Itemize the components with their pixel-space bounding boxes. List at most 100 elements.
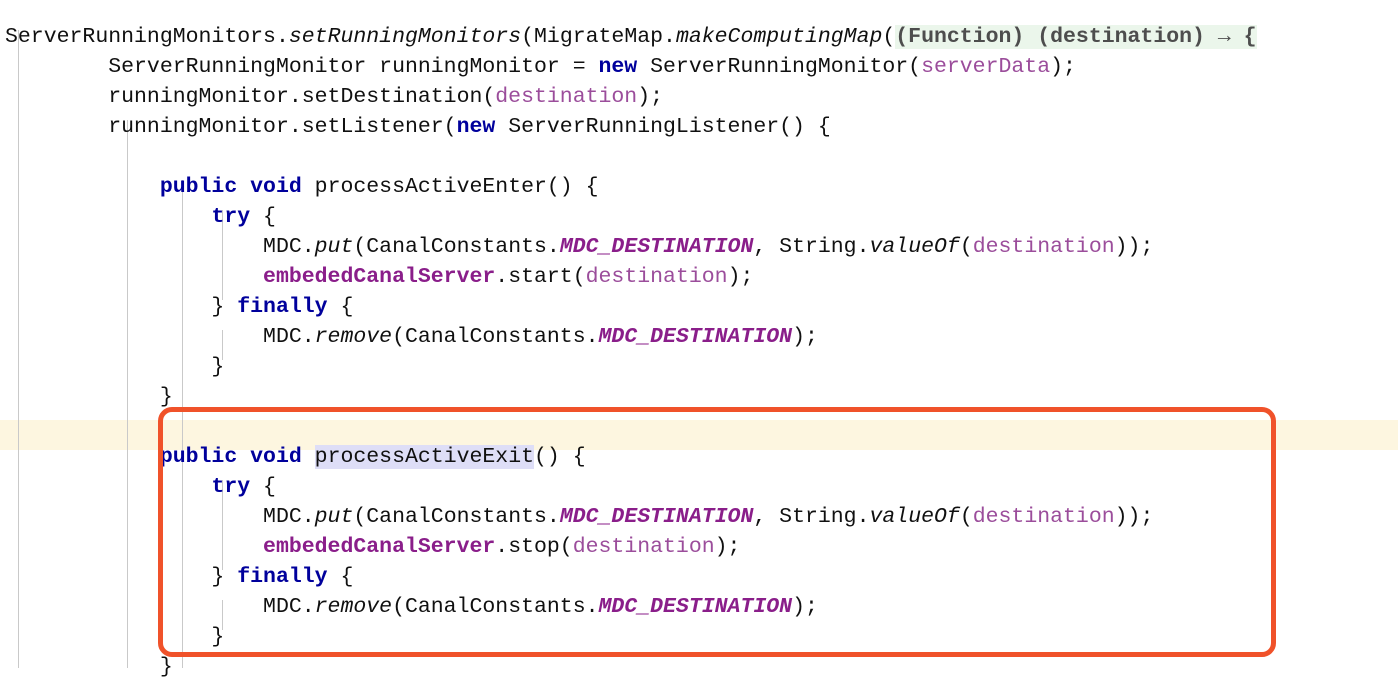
- code-line[interactable]: ServerRunningMonitors.setRunningMonitors…: [0, 22, 1257, 52]
- code-token: valueOf: [869, 504, 960, 529]
- code-token: );: [792, 594, 818, 619]
- code-token: finally: [237, 564, 328, 589]
- code-token: put: [314, 504, 354, 529]
- code-token: destination: [585, 264, 728, 289]
- code-token: processActiveExit: [314, 444, 535, 469]
- code-line[interactable]: runningMonitor.setListener(new ServerRun…: [0, 112, 1257, 142]
- code-line[interactable]: }: [0, 652, 1257, 682]
- code-line[interactable]: MDC.remove(CanalConstants.MDC_DESTINATIO…: [0, 322, 1257, 352]
- code-line[interactable]: }: [0, 622, 1257, 652]
- code-line[interactable]: MDC.put(CanalConstants.MDC_DESTINATION, …: [0, 502, 1257, 532]
- code-token: }: [5, 384, 173, 409]
- code-line[interactable]: try {: [0, 202, 1257, 232]
- code-token: ServerRunningListener() {: [495, 114, 831, 139]
- code-token: MDC.: [5, 594, 315, 619]
- code-token: public void: [159, 444, 302, 469]
- code-token: ServerRunningMonitor runningMonitor =: [5, 54, 599, 79]
- code-line[interactable]: }: [0, 352, 1257, 382]
- code-token: MDC_DESTINATION: [559, 504, 754, 529]
- code-token: (: [959, 504, 973, 529]
- code-token: (: [882, 24, 896, 49]
- code-token: {: [250, 474, 276, 499]
- code-token: MDC.: [5, 324, 315, 349]
- code-line[interactable]: runningMonitor.setDestination(destinatio…: [0, 82, 1257, 112]
- code-token: public void: [159, 174, 302, 199]
- code-token: MDC_DESTINATION: [598, 594, 793, 619]
- code-text[interactable]: ServerRunningMonitors.setRunningMonitors…: [0, 22, 1257, 682]
- code-token: (: [959, 234, 973, 259]
- code-token: );: [727, 264, 754, 289]
- code-token: ));: [1114, 234, 1154, 259]
- code-line[interactable]: ​: [0, 412, 1257, 442]
- code-token: makeComputingMap: [675, 24, 883, 49]
- code-token: finally: [237, 294, 328, 319]
- code-token: (CanalConstants.: [353, 504, 560, 529]
- code-token: MDC.: [5, 234, 315, 259]
- code-line[interactable]: MDC.remove(CanalConstants.MDC_DESTINATIO…: [0, 592, 1257, 622]
- code-line[interactable]: embededCanalServer.start(destination);: [0, 262, 1257, 292]
- code-token: ));: [1114, 504, 1154, 529]
- code-line[interactable]: ServerRunningMonitor runningMonitor = ne…: [0, 52, 1257, 82]
- code-token: setRunningMonitors: [288, 24, 522, 49]
- code-token: ServerRunningMonitors.: [5, 24, 289, 49]
- code-token: (CanalConstants.: [392, 324, 599, 349]
- code-token: destination: [572, 534, 715, 559]
- code-token: }: [5, 564, 238, 589]
- code-token: new: [456, 114, 496, 139]
- code-token: () {: [534, 444, 586, 469]
- code-line[interactable]: public void processActiveExit() {: [0, 442, 1257, 472]
- code-token: }: [5, 294, 238, 319]
- code-editor-surface[interactable]: ServerRunningMonitors.setRunningMonitors…: [0, 0, 1398, 679]
- code-token: processActiveEnter() {: [301, 174, 599, 199]
- code-token: embededCanalServer: [263, 264, 496, 289]
- code-line[interactable]: MDC.put(CanalConstants.MDC_DESTINATION, …: [0, 232, 1257, 262]
- code-line[interactable]: embededCanalServer.stop(destination);: [0, 532, 1257, 562]
- code-token: );: [792, 324, 818, 349]
- code-token: (CanalConstants.: [353, 234, 560, 259]
- code-token: ServerRunningMonitor(: [637, 54, 922, 79]
- code-token: remove: [314, 594, 393, 619]
- code-token: .stop(: [495, 534, 573, 559]
- code-line[interactable]: public void processActiveEnter() {: [0, 172, 1257, 202]
- code-line[interactable]: } finally {: [0, 562, 1257, 592]
- code-token: runningMonitor.setListener(: [5, 114, 457, 139]
- code-token: destination: [972, 234, 1115, 259]
- code-line[interactable]: ​: [0, 142, 1257, 172]
- code-token: {: [327, 564, 354, 589]
- code-token: , String.: [753, 234, 870, 259]
- code-token: }: [5, 624, 225, 649]
- code-token: put: [314, 234, 354, 259]
- code-token: }: [5, 354, 225, 379]
- code-token: .start(: [495, 264, 586, 289]
- code-token: }: [5, 654, 173, 679]
- code-token: (MigrateMap.: [521, 24, 676, 49]
- code-token: try: [211, 204, 251, 229]
- code-token: {: [327, 294, 354, 319]
- code-line[interactable]: } finally {: [0, 292, 1257, 322]
- code-token: );: [1050, 54, 1076, 79]
- code-line[interactable]: try {: [0, 472, 1257, 502]
- code-token: MDC_DESTINATION: [598, 324, 793, 349]
- code-line[interactable]: }: [0, 382, 1257, 412]
- code-token: (Function) (destination) → {: [895, 24, 1257, 49]
- code-token: destination: [972, 504, 1115, 529]
- code-token: MDC.: [5, 504, 315, 529]
- code-token: MDC_DESTINATION: [559, 234, 754, 259]
- code-token: embededCanalServer: [263, 534, 496, 559]
- code-token: valueOf: [869, 234, 960, 259]
- code-token: runningMonitor.setDestination(: [5, 84, 496, 109]
- code-token: destination: [495, 84, 638, 109]
- code-token: serverData: [921, 54, 1051, 79]
- code-token: (CanalConstants.: [392, 594, 599, 619]
- code-token: {: [250, 204, 276, 229]
- code-token: );: [714, 534, 741, 559]
- code-token: new: [598, 54, 638, 79]
- code-token: );: [637, 84, 664, 109]
